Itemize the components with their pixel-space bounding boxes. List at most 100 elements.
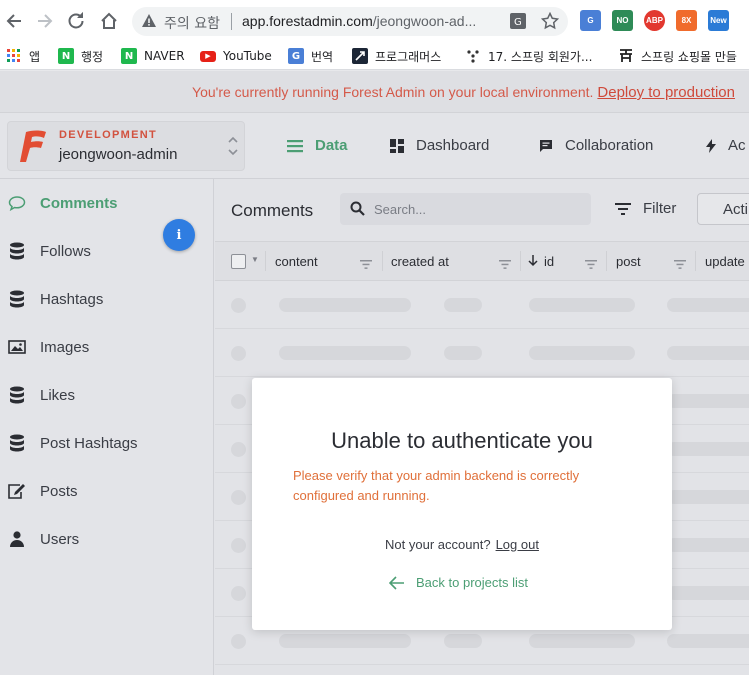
warning-icon[interactable] [141, 13, 157, 34]
orange-extension[interactable]: 8X [676, 10, 697, 31]
skeleton-placeholder [529, 346, 635, 360]
sidebar-item-label: Posts [40, 482, 78, 500]
skeleton-placeholder [279, 634, 411, 648]
sidebar-item-users[interactable]: Users [0, 515, 214, 563]
app-header: DEVELOPMENT jeongwoon-admin Data Dashboa… [0, 113, 749, 179]
nav-dashboard[interactable]: Dashboard [390, 137, 489, 154]
bookmark-apps[interactable]: 앱 [6, 47, 40, 65]
deploy-link[interactable]: Deploy to production [597, 84, 735, 101]
filter-button[interactable]: Filter [615, 200, 676, 217]
skeleton-placeholder [444, 298, 482, 312]
skeleton-placeholder [231, 586, 246, 601]
logout-link[interactable]: Log out [496, 537, 539, 552]
home-icon[interactable] [97, 9, 121, 33]
no-extension[interactable]: NO [612, 10, 633, 31]
sort-down-icon[interactable] [528, 242, 538, 280]
skeleton-placeholder [444, 634, 482, 648]
sidebar-item-images[interactable]: Images [0, 323, 214, 371]
project-switcher[interactable]: DEVELOPMENT jeongwoon-admin [7, 121, 245, 171]
security-label[interactable]: 주의 요함 [164, 13, 220, 33]
lightning-icon [706, 138, 716, 153]
sidebar-item-likes[interactable]: Likes [0, 371, 214, 419]
nav-actions-label: Ac [728, 137, 746, 154]
skeleton-placeholder [231, 298, 246, 313]
environment-label: DEVELOPMENT [59, 129, 158, 141]
modal-error-message: Please verify that your admin backend is… [293, 468, 580, 503]
column-header-post[interactable]: post [616, 242, 641, 280]
skeleton-placeholder [279, 346, 411, 360]
skeleton-placeholder [667, 298, 749, 312]
list-icon [287, 139, 303, 152]
bookmark-youtube[interactable]: ▶ YouTube [200, 47, 272, 65]
column-filter-icon[interactable] [360, 256, 372, 274]
select-all-checkbox[interactable] [231, 254, 246, 269]
apps-grid-icon [6, 48, 22, 64]
column-filter-icon[interactable] [585, 256, 597, 274]
bookmark-label: 행정 [81, 49, 104, 64]
omnibox-separator [231, 13, 232, 30]
skeleton-placeholder [667, 586, 749, 600]
dots-icon [465, 48, 481, 64]
programmers-icon [352, 48, 368, 64]
image-icon [8, 338, 26, 356]
column-label: update [705, 253, 745, 269]
skeleton-placeholder [667, 490, 749, 504]
database-icon [8, 290, 26, 308]
bookmarks-bar: 앱 N 행정 N NAVER ▶ YouTube G 번역 프로그래머스 17. 스프링… [0, 42, 749, 70]
actions-button[interactable]: Acti [697, 193, 749, 225]
filter-icon [615, 202, 631, 215]
skeleton-placeholder [279, 298, 411, 312]
nav-data[interactable]: Data [287, 137, 348, 154]
modal-title: Unable to authenticate you [331, 428, 593, 453]
bookmark-haengjeong[interactable]: N 행정 [58, 47, 103, 65]
address-bar[interactable]: 주의 요함 app.forestadmin.com/jeongwoon-ad..… [132, 7, 568, 36]
bookmark-translate[interactable]: G 번역 [288, 47, 333, 65]
new-extension[interactable]: New [708, 10, 729, 31]
info-button[interactable]: i [163, 219, 195, 251]
sidebar-item-label: Likes [40, 386, 76, 404]
translate-page-icon[interactable]: G [509, 12, 527, 35]
column-header-id[interactable]: id [544, 242, 554, 280]
skeleton-placeholder [529, 634, 635, 648]
nav-actions[interactable]: Ac [706, 137, 746, 154]
google-translate-extension[interactable]: G [580, 10, 601, 31]
back-to-projects-link[interactable]: Back to projects list [389, 575, 528, 590]
column-divider [695, 251, 696, 271]
skeleton-placeholder [667, 442, 749, 456]
search-box[interactable] [340, 193, 591, 225]
translate-icon: G [288, 48, 304, 64]
caret-down-icon[interactable]: ▼ [251, 255, 259, 264]
column-header-updated[interactable]: update [705, 242, 745, 280]
filter-label: Filter [643, 200, 677, 217]
bookmark-spring-signup[interactable]: 17. 스프링 회원가... [465, 47, 592, 65]
url-text[interactable]: app.forestadmin.com/jeongwoon-ad... [242, 13, 476, 29]
column-filter-icon[interactable] [674, 256, 686, 274]
nav-collaboration[interactable]: Collaboration [539, 137, 653, 154]
search-input[interactable] [374, 199, 574, 219]
column-header-created-at[interactable]: created at [391, 242, 449, 280]
sidebar-item-hashtags[interactable]: Hashtags [0, 275, 214, 323]
forward-arrow-icon[interactable] [33, 9, 57, 33]
back-arrow-icon[interactable] [2, 9, 26, 33]
column-divider [382, 251, 383, 271]
column-label: post [616, 253, 641, 269]
sidebar-item-posts[interactable]: Posts [0, 467, 214, 515]
skeleton-placeholder [231, 490, 246, 505]
bookmark-spring-shop[interactable]: 스프링 쇼핑몰 만들 [618, 47, 737, 65]
url-path: /jeongwoon-ad... [372, 13, 477, 29]
column-header-content[interactable]: content [275, 242, 318, 280]
bookmark-star-icon[interactable] [540, 11, 560, 35]
table-row [215, 329, 749, 377]
bookmark-programmers[interactable]: 프로그래머스 [352, 47, 441, 65]
sidebar-item-label: Images [40, 338, 90, 356]
skeleton-placeholder [231, 634, 246, 649]
nav-data-label: Data [315, 137, 348, 154]
reload-icon[interactable] [64, 9, 88, 33]
chat-icon [540, 139, 552, 152]
collections-sidebar: Comments Follows Hashtags Images Likes P… [0, 179, 214, 675]
sidebar-item-post-hashtags[interactable]: Post Hashtags [0, 419, 214, 467]
adblock-plus-extension[interactable]: ABP [644, 10, 665, 31]
bookmark-naver[interactable]: N NAVER [121, 47, 185, 65]
bookmark-label: 번역 [311, 49, 334, 64]
column-filter-icon[interactable] [499, 256, 511, 274]
